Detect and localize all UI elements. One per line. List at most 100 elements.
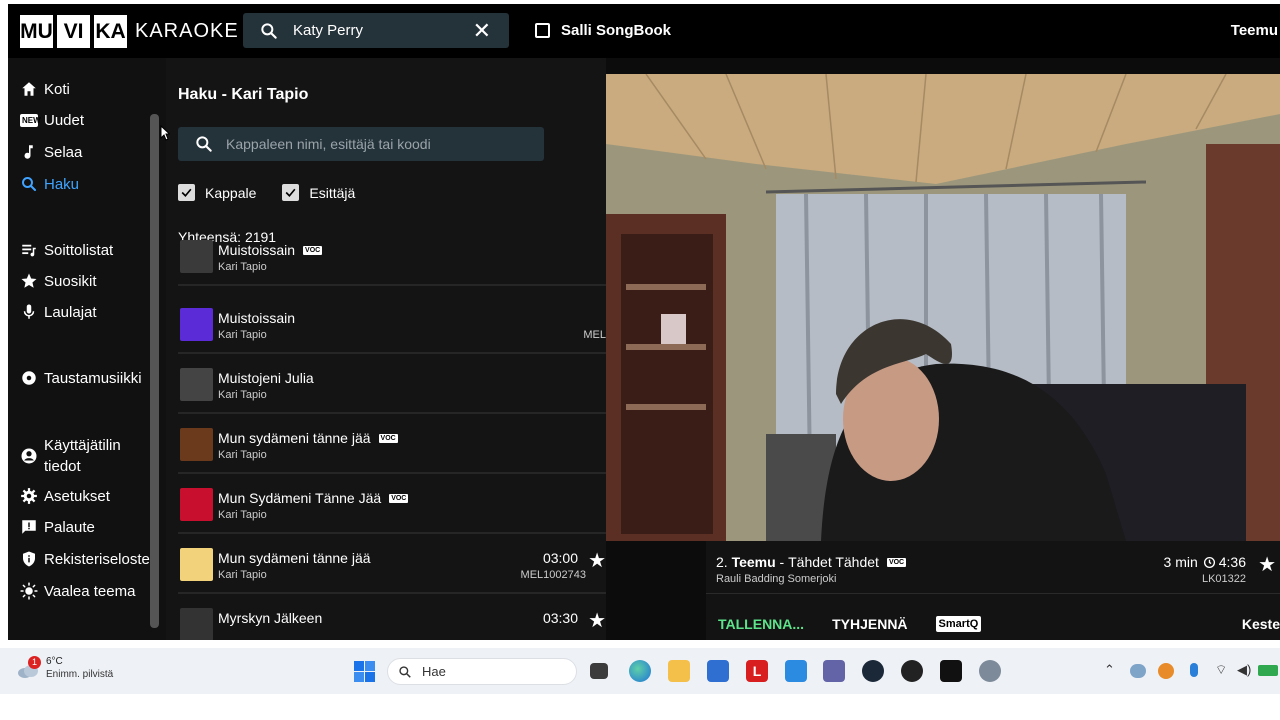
sidebar-item-label: Suosikit — [44, 272, 97, 290]
search-icon — [22, 177, 37, 192]
sidebar-item-label: Käyttäjätilin tiedot — [44, 435, 121, 477]
app-l-icon[interactable]: L — [746, 660, 768, 682]
steam-icon[interactable] — [862, 660, 884, 682]
sidebar-item-kayttajatili[interactable]: Käyttäjätilin tiedot — [20, 435, 121, 477]
logo-word: KARAOKE — [135, 20, 239, 42]
account-icon — [21, 448, 37, 464]
sidebar-item-soittolistat[interactable]: Soittolistat — [20, 241, 113, 259]
list-item[interactable]: Mun sydämeni tänne jää Kari Tapio 03:00 ★ ME… — [178, 536, 606, 594]
song-artist: Kari Tapio — [218, 449, 267, 461]
sidebar-item-taustamusiikki[interactable]: Taustamusiikki — [20, 369, 142, 387]
song-thumbnail — [180, 488, 213, 521]
battery-icon[interactable] — [1258, 665, 1278, 676]
volume-icon[interactable]: ◀) — [1237, 662, 1251, 678]
check-icon — [285, 188, 296, 197]
queue-item-title[interactable]: 2. Teemu - Tähdet Tähdet VOC — [716, 554, 907, 570]
favorite-star-icon[interactable]: ★ — [1258, 555, 1276, 575]
sidebar-item-selaa[interactable]: Selaa — [20, 143, 82, 161]
top-bar: MU VI KA KARAOKE Katy Perry ✕ Salli Song… — [8, 4, 1280, 58]
epic-games-icon[interactable] — [940, 660, 962, 682]
task-view-icon[interactable] — [590, 663, 608, 679]
sidebar-item-vaalea-teema[interactable]: Vaalea teema — [20, 582, 135, 600]
user-name[interactable]: Teemu — [1231, 22, 1278, 39]
star-icon — [21, 273, 37, 288]
sidebar-item-haku[interactable]: Haku — [20, 175, 79, 193]
record-app-icon[interactable] — [901, 660, 923, 682]
sidebar-item-label: Laulajat — [44, 303, 97, 321]
account-label-line1: Käyttäjätilin — [44, 437, 121, 454]
sidebar-item-rekisteriseloste[interactable]: Rekisteriseloste — [20, 550, 150, 568]
song-title: Mun sydämeni tänne jää — [218, 550, 371, 566]
continue-button[interactable]: Keste — [1242, 616, 1280, 632]
search-icon — [196, 136, 212, 152]
top-search-field[interactable]: Katy Perry ✕ — [243, 13, 509, 48]
save-button[interactable]: TALLENNA... — [718, 616, 804, 632]
home-icon — [22, 82, 36, 96]
sidebar: Koti NEW Uudet Selaa Haku Soittolistat S… — [8, 58, 166, 640]
search-icon — [261, 22, 277, 39]
clock-icon — [1203, 556, 1215, 568]
sidebar-item-koti[interactable]: Koti — [20, 80, 70, 98]
tray-sync-icon[interactable] — [1158, 663, 1174, 679]
list-item[interactable]: Muistoissain VOC Kari Tapio — [178, 228, 606, 286]
favorite-star-icon[interactable]: ★ — [588, 551, 606, 571]
sidebar-item-label: Soittolistat — [44, 241, 114, 259]
clear-search-icon[interactable]: ✕ — [473, 19, 491, 42]
search-filters: Kappale Esittäjä — [178, 184, 355, 201]
file-explorer-icon[interactable] — [668, 660, 690, 682]
sidebar-item-laulajat[interactable]: Laulajat — [20, 303, 97, 321]
list-item[interactable]: Mun sydämeni tänne jää VOC Kari Tapio — [178, 416, 606, 474]
disc-icon — [22, 371, 36, 385]
song-search-field[interactable] — [178, 127, 544, 161]
sidebar-item-asetukset[interactable]: Asetukset — [20, 487, 110, 505]
list-item[interactable]: Myrskyn Jälkeen 03:30 ★ — [178, 596, 606, 640]
weather-widget[interactable]: 1 6°C Enimm. pilvistä — [16, 656, 113, 680]
sidebar-item-label: Asetukset — [44, 487, 110, 505]
songbook-toggle[interactable]: Salli SongBook — [535, 22, 671, 39]
sidebar-scrollbar[interactable] — [150, 114, 159, 628]
song-title-text: Muistojeni Julia — [218, 370, 314, 386]
sidebar-item-uudet[interactable]: NEW Uudet — [20, 112, 84, 129]
smartq-toggle[interactable]: SmartQ — [935, 616, 982, 632]
filter-song-checkbox[interactable] — [178, 184, 195, 201]
karaoke-app-window: MU VI KA KARAOKE Katy Perry ✕ Salli Song… — [8, 4, 1280, 640]
sun-icon — [20, 582, 38, 600]
wifi-icon[interactable]: ⌔ — [1215, 662, 1227, 678]
song-title-text: Mun Sydämeni Tänne Jää — [218, 490, 382, 506]
weather-desc: Enimm. pilvistä — [46, 669, 114, 680]
list-item[interactable]: Muistoissain Kari Tapio MEL — [178, 296, 606, 354]
list-item[interactable]: Mun Sydämeni Tänne Jää VOC Kari Tapio — [178, 476, 606, 534]
sidebar-item-label: Vaalea teema — [44, 582, 136, 600]
outlook-icon[interactable] — [785, 660, 807, 682]
taskbar-search[interactable]: Hae — [387, 658, 577, 685]
edge-icon[interactable] — [629, 660, 651, 682]
clear-queue-button[interactable]: TYHJENNÄ — [832, 616, 907, 632]
logo-letter: MU — [20, 15, 53, 48]
song-thumbnail — [180, 548, 213, 581]
queue-duration: 4:36 — [1218, 554, 1246, 570]
queue-song: Tähdet Tähdet — [788, 554, 879, 570]
microphone-icon[interactable] — [1190, 663, 1198, 677]
favorite-star-icon[interactable]: ★ — [588, 611, 606, 631]
sidebar-item-palaute[interactable]: Palaute — [20, 518, 95, 536]
cloud-icon: 1 — [16, 656, 41, 680]
filter-artist-checkbox[interactable] — [282, 184, 300, 201]
song-artist: Kari Tapio — [218, 509, 267, 521]
song-artist: Kari Tapio — [218, 569, 267, 581]
song-search-input[interactable] — [226, 136, 526, 152]
windows-start-icon[interactable] — [354, 661, 375, 682]
sidebar-item-label: Selaa — [44, 143, 83, 161]
settings-gear-icon[interactable] — [979, 660, 1001, 682]
songbook-checkbox[interactable] — [535, 23, 550, 38]
tray-cloud-icon[interactable] — [1130, 664, 1146, 678]
chevron-up-icon[interactable]: ⌃ — [1104, 662, 1115, 678]
music-note-icon — [24, 145, 33, 159]
muvika-logo[interactable]: MU VI KA KARAOKE — [20, 15, 239, 48]
list-item[interactable]: Muistojeni Julia Kari Tapio — [178, 356, 606, 414]
mouse-cursor-icon — [160, 125, 170, 141]
teams-icon[interactable] — [823, 660, 845, 682]
store-icon[interactable] — [707, 660, 729, 682]
account-label-line2: tiedot — [44, 458, 81, 475]
sidebar-item-suosikit[interactable]: Suosikit — [20, 272, 97, 290]
top-search-value[interactable]: Katy Perry — [293, 22, 473, 39]
